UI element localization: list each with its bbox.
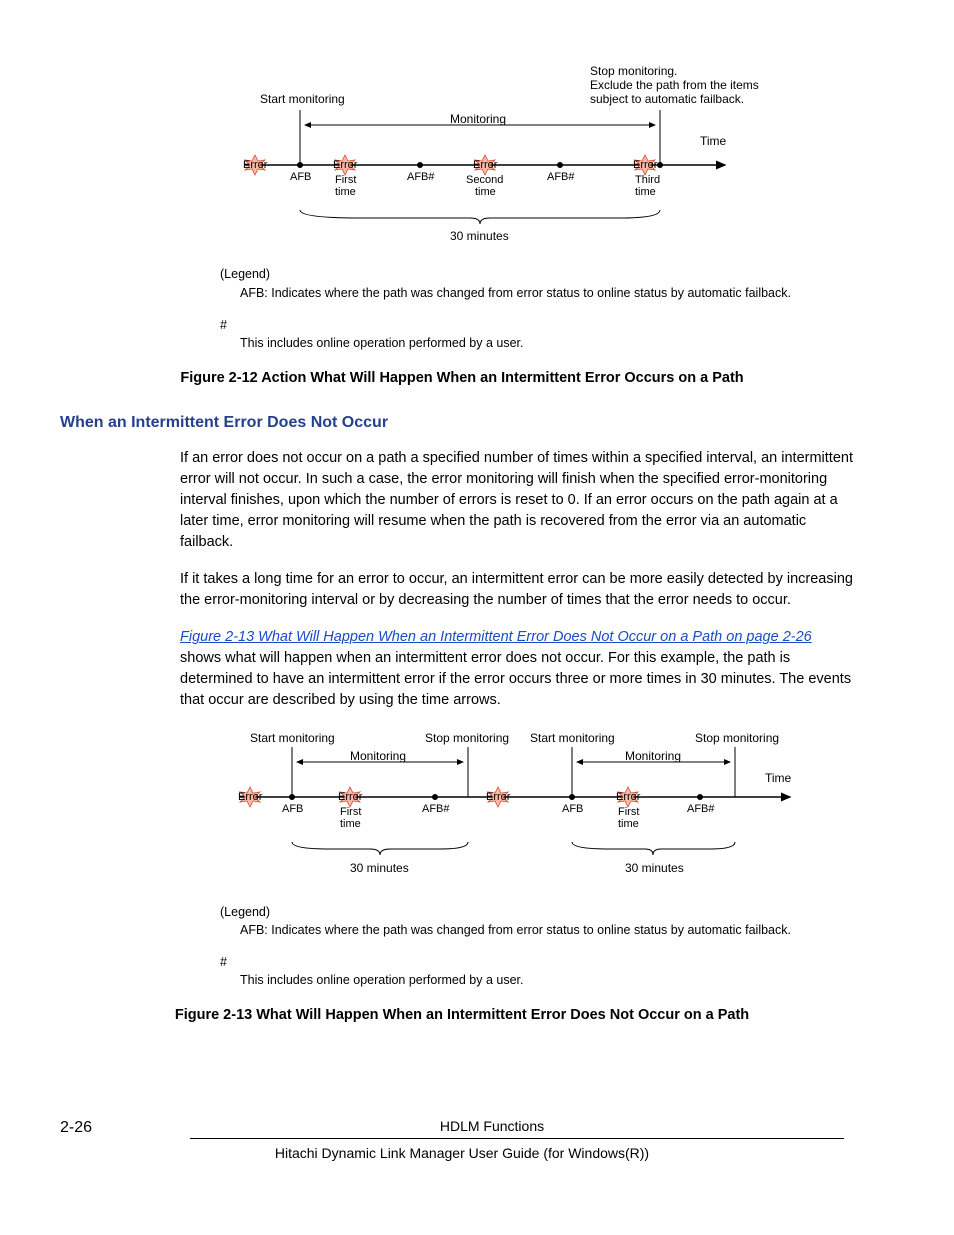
svg-text:Error: Error: [243, 159, 268, 171]
svg-text:Error: Error: [616, 791, 641, 803]
footer-title: HDLM Functions: [120, 1116, 864, 1136]
svg-text:time: time: [618, 818, 639, 830]
svg-text:Error: Error: [486, 791, 511, 803]
svg-text:30 minutes: 30 minutes: [625, 861, 684, 875]
svg-text:AFB: AFB: [562, 803, 583, 815]
svg-text:Error: Error: [473, 159, 498, 171]
paragraph-1: If an error does not occur on a path a s…: [180, 448, 854, 553]
svg-text:Monitoring: Monitoring: [350, 749, 406, 763]
page-footer: 2-26 HDLM Functions Hitachi Dynamic Link…: [60, 1116, 864, 1164]
d1-subject-label: subject to automatic failback.: [590, 92, 744, 106]
svg-text:Third: Third: [635, 174, 660, 186]
svg-text:Monitoring: Monitoring: [625, 749, 681, 763]
svg-text:AFB: AFB: [282, 803, 303, 815]
svg-text:time: time: [475, 186, 496, 198]
svg-text:AFB#: AFB#: [547, 171, 575, 183]
svg-text:time: time: [335, 186, 356, 198]
svg-text:Error: Error: [238, 791, 263, 803]
legend-2: (Legend) AFB: Indicates where the path w…: [220, 903, 864, 990]
footer-subtitle: Hitachi Dynamic Link Manager User Guide …: [60, 1143, 864, 1163]
paragraph-3: Figure 2-13 What Will Happen When an Int…: [180, 627, 854, 711]
svg-text:AFB: AFB: [290, 171, 311, 183]
svg-text:Stop monitoring: Stop monitoring: [695, 731, 779, 745]
figure-2-12-diagram: Stop monitoring. Exclude the path from t…: [220, 60, 864, 255]
svg-text:First: First: [618, 806, 639, 818]
d1-stop-label: Stop monitoring.: [590, 64, 677, 78]
svg-text:AFB#: AFB#: [687, 803, 715, 815]
figure-2-13-link[interactable]: Figure 2-13 What Will Happen When an Int…: [180, 629, 812, 645]
svg-text:Error: Error: [333, 159, 358, 171]
svg-text:time: time: [340, 818, 361, 830]
svg-text:Second: Second: [466, 174, 503, 186]
svg-text:AFB#: AFB#: [407, 171, 435, 183]
svg-text:30 minutes: 30 minutes: [350, 861, 409, 875]
svg-text:First: First: [340, 806, 361, 818]
d1-start-label: Start monitoring: [260, 92, 345, 106]
svg-text:Error: Error: [338, 791, 363, 803]
d1-monitoring-label: Monitoring: [450, 112, 506, 126]
svg-text:Start monitoring: Start monitoring: [530, 731, 615, 745]
figure-2-12-caption: Figure 2-12 Action What Will Happen When…: [170, 368, 754, 389]
svg-text:Error: Error: [633, 159, 658, 171]
figure-2-13-caption: Figure 2-13 What Will Happen When an Int…: [170, 1005, 754, 1026]
paragraph-2: If it takes a long time for an error to …: [180, 569, 854, 611]
figure-2-13-diagram: Start monitoring Stop monitoring Start m…: [220, 727, 864, 892]
page-number: 2-26: [60, 1116, 92, 1139]
svg-text:First: First: [335, 174, 356, 186]
section-heading: When an Intermittent Error Does Not Occu…: [60, 411, 864, 434]
d1-time-label: Time: [700, 134, 727, 148]
svg-text:Time: Time: [765, 771, 792, 785]
svg-text:time: time: [635, 186, 656, 198]
d1-duration-label: 30 minutes: [450, 229, 509, 243]
svg-text:AFB#: AFB#: [422, 803, 450, 815]
d1-exclude-label: Exclude the path from the items: [590, 78, 759, 92]
legend-1: (Legend) AFB: Indicates where the path w…: [220, 265, 864, 352]
svg-text:Stop monitoring: Stop monitoring: [425, 731, 509, 745]
svg-text:Start monitoring: Start monitoring: [250, 731, 335, 745]
